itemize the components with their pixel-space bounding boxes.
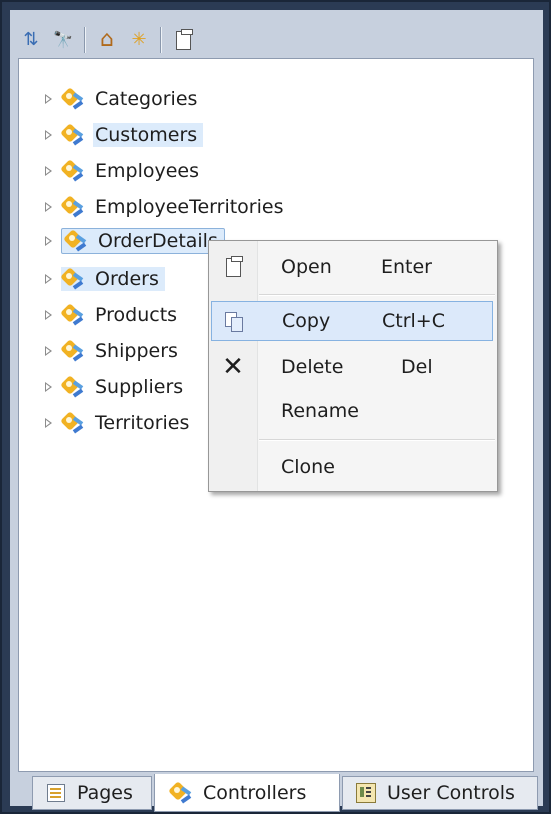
controller-icon [60, 123, 87, 147]
tree-item-label: EmployeeTerritories [95, 196, 284, 218]
controller-icon [60, 375, 87, 399]
menu-item-label: Open [281, 256, 332, 278]
controller-icon [63, 229, 90, 253]
tree-item-label: Territories [95, 412, 190, 434]
menu-item-delete[interactable]: ✕ Delete Del [211, 347, 493, 387]
toolbar-separator [84, 27, 86, 53]
expand-arrow-icon[interactable] [43, 309, 55, 321]
expand-arrow-icon[interactable] [43, 345, 55, 357]
controller-icon [60, 87, 87, 111]
controller-icon [168, 780, 195, 805]
selected-item-box: OrderDetails [61, 228, 225, 254]
expand-arrow-icon[interactable] [43, 129, 55, 141]
expand-arrow-icon[interactable] [43, 93, 55, 105]
menu-item-copy[interactable]: Copy Ctrl+C [211, 301, 493, 341]
tree-item-label: Products [95, 304, 178, 326]
clone-icon [211, 447, 255, 487]
expand-arrow-icon[interactable] [43, 165, 55, 177]
tree-item[interactable]: Orders [43, 265, 165, 293]
tab-label: Controllers [203, 781, 307, 804]
open-icon [211, 247, 255, 287]
menu-item-label: Delete [281, 356, 344, 378]
menu-item-shortcut: Enter [381, 256, 432, 278]
pages-icon [45, 783, 67, 803]
expand-arrow-icon[interactable] [43, 273, 55, 285]
tree-item[interactable]: Employees [43, 157, 205, 185]
menu-item-shortcut: Ctrl+C [382, 310, 445, 332]
bottom-tab-strip: Pages Controllers User Controls [18, 774, 538, 812]
toolbar: ⇅ 🔭 ⌂ ✳ [18, 20, 535, 60]
tree-item-label: OrderDetails [98, 230, 218, 252]
find-icon[interactable]: 🔭 [50, 27, 76, 53]
controller-icon [60, 339, 87, 363]
properties-icon[interactable] [170, 27, 196, 53]
menu-item-shortcut: Del [401, 356, 433, 378]
expand-arrow-icon[interactable] [43, 235, 55, 247]
controller-icon [60, 159, 87, 183]
rename-icon [211, 391, 255, 431]
menu-item-clone[interactable]: Clone [211, 447, 493, 487]
user-controls-icon [355, 783, 377, 803]
tree-item[interactable]: Suppliers [43, 373, 189, 401]
controller-icon [60, 267, 87, 291]
tree-item[interactable]: Customers [43, 121, 204, 149]
tree-item[interactable]: Products [43, 301, 183, 329]
menu-separator [259, 439, 495, 441]
expand-arrow-icon[interactable] [43, 417, 55, 429]
tab-user-controls[interactable]: User Controls [342, 776, 538, 810]
sync-icon[interactable]: ⇅ [18, 27, 44, 53]
expand-arrow-icon[interactable] [43, 201, 55, 213]
tree-item[interactable]: Shippers [43, 337, 184, 365]
tree-item[interactable]: Categories [43, 85, 203, 113]
menu-item-open[interactable]: Open Enter [211, 247, 493, 287]
tree-item-label: Customers [93, 123, 204, 147]
controller-icon [60, 303, 87, 327]
tree-item-label: Orders [95, 268, 159, 290]
context-menu: Open Enter Copy Ctrl+C ✕ Delete Del Rena… [208, 240, 498, 492]
menu-separator [259, 294, 495, 296]
tree-item[interactable]: OrderDetails [43, 227, 225, 255]
tree-item-label: Suppliers [95, 376, 184, 398]
toolbar-separator [160, 27, 162, 53]
tree-item-label: Categories [95, 88, 198, 110]
copy-icon [212, 301, 256, 341]
tree-item[interactable]: EmployeeTerritories [43, 193, 290, 221]
tab-controllers[interactable]: Controllers [154, 774, 340, 812]
menu-item-rename[interactable]: Rename [211, 391, 493, 431]
tree-item-label: Employees [95, 160, 199, 182]
home-icon[interactable]: ⌂ [94, 27, 120, 53]
expand-arrow-icon[interactable] [43, 381, 55, 393]
tab-label: User Controls [387, 782, 515, 804]
menu-item-label: Clone [281, 456, 335, 478]
tree-item-label: Shippers [95, 340, 178, 362]
controller-icon [60, 411, 87, 435]
tab-pages[interactable]: Pages [32, 776, 152, 810]
new-controller-icon[interactable]: ✳ [126, 27, 152, 53]
controller-icon [60, 195, 87, 219]
menu-item-label: Rename [281, 400, 359, 422]
delete-x-icon: ✕ [222, 352, 244, 382]
menu-item-label: Copy [282, 310, 331, 332]
highlighted-item-box: Orders [60, 267, 165, 291]
tab-label: Pages [77, 782, 133, 804]
tree-item[interactable]: Territories [43, 409, 195, 437]
